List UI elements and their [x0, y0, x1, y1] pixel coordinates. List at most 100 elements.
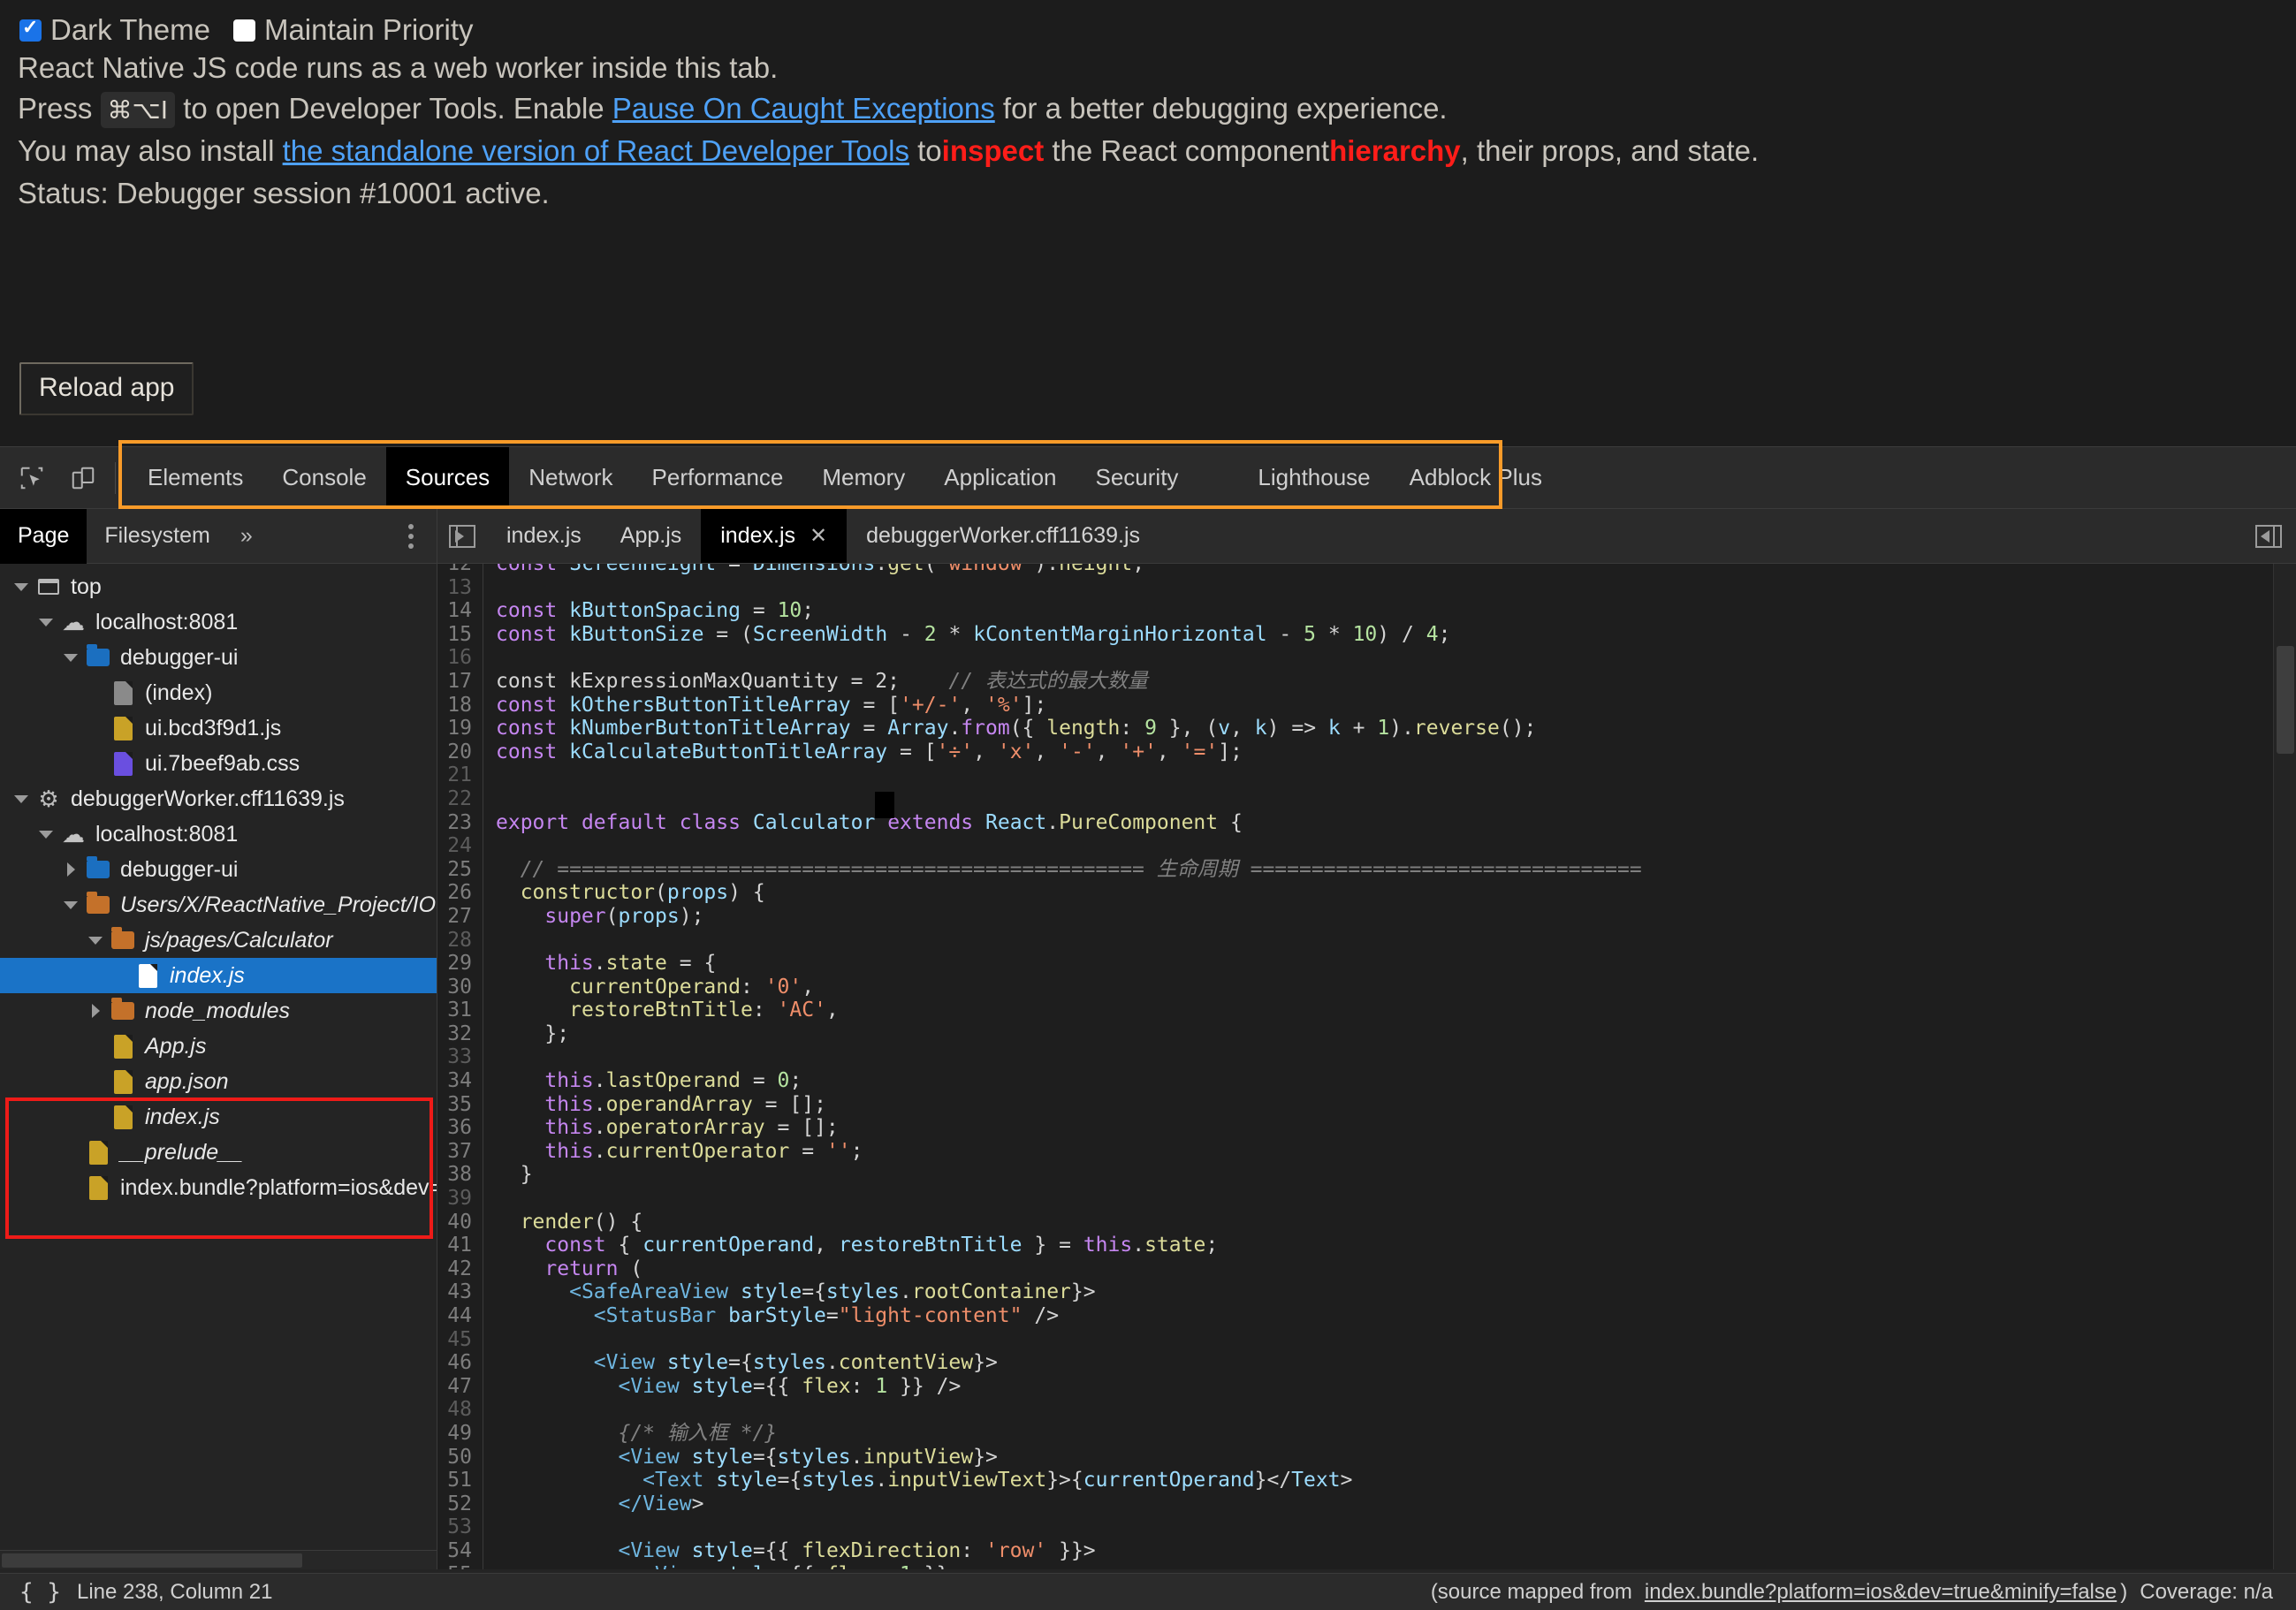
show-navigator-icon[interactable]	[437, 509, 487, 563]
inspect-element-icon[interactable]	[12, 459, 51, 497]
code-line[interactable]: export default class Calculator extends …	[496, 811, 2296, 835]
file-tree-item[interactable]: Users/X/ReactNative_Project/IOS	[0, 887, 437, 923]
file-tree-item[interactable]: app.json	[0, 1064, 437, 1099]
file-tree-item[interactable]: node_modules	[0, 993, 437, 1029]
tab-lighthouse[interactable]: Lighthouse	[1238, 447, 1389, 509]
code-line[interactable]	[496, 929, 2296, 953]
code-line[interactable]: restoreBtnTitle: 'AC',	[496, 999, 2296, 1022]
tree-twisty-icon[interactable]	[9, 583, 34, 591]
tab-security[interactable]: Security	[1076, 447, 1198, 509]
code-line[interactable]: <View style={styles.inputView}>	[496, 1446, 2296, 1470]
show-debugger-sidebar-icon[interactable]	[2255, 525, 2282, 548]
code-line[interactable]: const kButtonSize = (ScreenWidth - 2 * k…	[496, 623, 2296, 647]
code-editor[interactable]: 1213141516171819202122232425262728293031…	[437, 564, 2296, 1569]
code-line[interactable]	[496, 1515, 2296, 1539]
file-tree-item[interactable]: App.js	[0, 1029, 437, 1064]
maintain-priority-checkbox[interactable]	[233, 19, 255, 42]
file-tab-app-js[interactable]: App.js	[601, 509, 701, 563]
code-line[interactable]: }	[496, 1163, 2296, 1187]
navigator-tab-filesystem[interactable]: Filesystem	[87, 509, 227, 564]
code-line[interactable]: const kButtonSpacing = 10;	[496, 599, 2296, 623]
file-tree-item[interactable]: debugger-ui	[0, 852, 437, 887]
file-tree-item[interactable]: debugger-ui	[0, 640, 437, 675]
dark-theme-checkbox[interactable]	[19, 19, 42, 42]
code-line[interactable]	[496, 763, 2296, 787]
code-line[interactable]	[496, 1045, 2296, 1069]
file-tab-index-js-1[interactable]: index.js	[487, 509, 601, 563]
file-tree-item[interactable]: (index)	[0, 675, 437, 710]
code-line[interactable]: this.operandArray = [];	[496, 1093, 2296, 1117]
tab-network[interactable]: Network	[509, 447, 632, 509]
code-line[interactable]: currentOperand: '0',	[496, 976, 2296, 999]
code-line[interactable]: this.lastOperand = 0;	[496, 1069, 2296, 1093]
file-tree-item[interactable]: js/pages/Calculator	[0, 923, 437, 958]
file-tree-item[interactable]: __prelude__	[0, 1135, 437, 1170]
tab-sources[interactable]: Sources	[386, 447, 509, 509]
code-line[interactable]: <View style={styles.contentView}>	[496, 1351, 2296, 1375]
code-line[interactable]: this.state = {	[496, 952, 2296, 976]
editor-vertical-scrollbar[interactable]	[2273, 564, 2296, 1569]
code-line[interactable]: <View style={{ flex: 1 }}>	[496, 1563, 2296, 1569]
code-line[interactable]: super(props);	[496, 905, 2296, 929]
navigator-menu-icon[interactable]	[408, 524, 414, 549]
tab-memory[interactable]: Memory	[802, 447, 924, 509]
code-line[interactable]: const kOthersButtonTitleArray = ['+/-', …	[496, 694, 2296, 718]
code-line[interactable]: return (	[496, 1257, 2296, 1281]
code-line[interactable]: <StatusBar barStyle="light-content" />	[496, 1304, 2296, 1328]
file-tab-debugger-worker[interactable]: debuggerWorker.cff11639.js	[847, 509, 1159, 563]
code-line[interactable]: <Text style={styles.inputViewText}>{curr…	[496, 1469, 2296, 1492]
file-tree-item[interactable]: index.js	[0, 958, 437, 993]
file-tree-item[interactable]: ⚙debuggerWorker.cff11639.js	[0, 781, 437, 816]
tab-performance[interactable]: Performance	[633, 447, 803, 509]
code-line[interactable]: // =====================================…	[496, 858, 2296, 882]
tree-twisty-icon[interactable]	[9, 795, 34, 803]
pretty-print-icon[interactable]: { }	[19, 1579, 61, 1606]
file-tree-item[interactable]: ui.7beef9ab.css	[0, 746, 437, 781]
code-line[interactable]	[496, 1398, 2296, 1422]
code-line[interactable]	[496, 1328, 2296, 1352]
tab-console[interactable]: Console	[262, 447, 385, 509]
code-content[interactable]: const ScreenHeight = Dimensions.get('win…	[483, 564, 2296, 1569]
code-line[interactable]	[496, 576, 2296, 600]
code-line[interactable]: this.operatorArray = [];	[496, 1116, 2296, 1140]
code-line[interactable]: <SafeAreaView style={styles.rootContaine…	[496, 1280, 2296, 1304]
file-tree-item[interactable]: ui.bcd3f9d1.js	[0, 710, 437, 746]
standalone-react-devtools-link[interactable]: the standalone version of React Develope…	[283, 134, 909, 167]
more-tabs-icon[interactable]: »	[228, 523, 265, 549]
code-line[interactable]: const ScreenHeight = Dimensions.get('win…	[496, 564, 2296, 576]
code-line[interactable]: render() {	[496, 1211, 2296, 1234]
navigator-horizontal-scrollbar[interactable]	[0, 1550, 437, 1569]
file-tree-item[interactable]: index.js	[0, 1099, 437, 1135]
tab-application[interactable]: Application	[924, 447, 1076, 509]
code-line[interactable]	[496, 646, 2296, 670]
file-tree-item[interactable]: top	[0, 569, 437, 604]
code-line[interactable]	[496, 787, 2296, 811]
tree-twisty-icon[interactable]	[58, 901, 83, 909]
tab-adblock-plus[interactable]: Adblock Plus	[1390, 447, 1562, 509]
code-line[interactable]: const kNumberButtonTitleArray = Array.fr…	[496, 717, 2296, 740]
file-tree-item[interactable]: index.bundle?platform=ios&dev=t	[0, 1170, 437, 1205]
tree-twisty-icon[interactable]	[83, 1004, 108, 1018]
code-line[interactable]: this.currentOperator = '';	[496, 1140, 2296, 1164]
code-line[interactable]: const { currentOperand, restoreBtnTitle …	[496, 1234, 2296, 1257]
code-line[interactable]: constructor(props) {	[496, 881, 2296, 905]
tree-twisty-icon[interactable]	[58, 862, 83, 877]
file-tree-item[interactable]: ☁localhost:8081	[0, 604, 437, 640]
device-toolbar-icon[interactable]	[64, 459, 103, 497]
tree-twisty-icon[interactable]	[58, 654, 83, 662]
code-line[interactable]: <View style={{ flexDirection: 'row' }}>	[496, 1539, 2296, 1563]
file-tree-item[interactable]: ☁localhost:8081	[0, 816, 437, 852]
file-tab-index-js-active[interactable]: index.js ✕	[701, 509, 847, 563]
close-icon[interactable]: ✕	[810, 523, 827, 549]
pause-on-caught-exceptions-link[interactable]: Pause On Caught Exceptions	[612, 92, 995, 125]
code-line[interactable]: const kExpressionMaxQuantity = 2; // 表达式…	[496, 670, 2296, 694]
code-line[interactable]: const kCalculateButtonTitleArray = ['÷',…	[496, 740, 2296, 764]
code-line[interactable]	[496, 834, 2296, 858]
source-map-link[interactable]: index.bundle?platform=ios&dev=true&minif…	[1645, 1580, 2117, 1605]
reload-app-button[interactable]: Reload app	[19, 362, 194, 415]
code-line[interactable]: </View>	[496, 1492, 2296, 1516]
code-line[interactable]: };	[496, 1022, 2296, 1046]
tree-twisty-icon[interactable]	[34, 831, 58, 839]
code-line[interactable]: {/* 输入框 */}	[496, 1422, 2296, 1446]
tab-elements[interactable]: Elements	[128, 447, 262, 509]
